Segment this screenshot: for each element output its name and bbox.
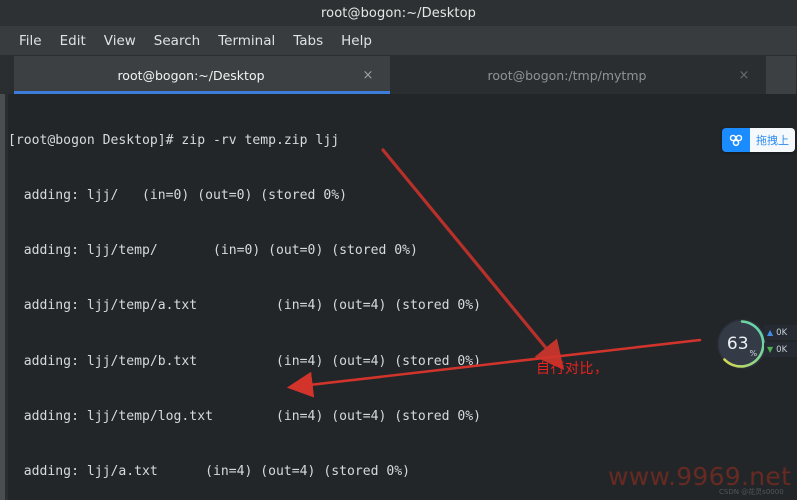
netdisk-upload-label: 拖拽上 (750, 128, 795, 152)
menu-item-edit[interactable]: Edit (51, 31, 95, 51)
close-icon[interactable]: × (736, 68, 752, 83)
tab-mytmp[interactable]: root@bogon:/tmp/mytmp × (390, 56, 766, 94)
author-watermark: CSDN @花灵s0000 (719, 488, 784, 496)
menu-item-search[interactable]: Search (145, 31, 209, 51)
screen: root@bogon:~/Desktop File Edit View Sear… (0, 0, 797, 500)
terminal-text: [root@bogon Desktop]# zip -rv temp.zip l… (8, 95, 797, 500)
tabbar: root@bogon:~/Desktop × root@bogon:/tmp/m… (0, 56, 797, 94)
terminal-line: adding: ljj/ (in=0) (out=0) (stored 0%) (8, 188, 347, 204)
menu-item-file[interactable]: File (10, 31, 51, 51)
terminal-line: adding: ljj/temp/b.txt (in=4) (out=4) (s… (8, 353, 481, 369)
upload-arrow-icon: ▲ (767, 327, 774, 337)
terminal-line: adding: ljj/temp/ (in=0) (out=0) (stored… (8, 243, 418, 259)
cpu-gauge-unit: % (749, 349, 758, 358)
terminal-output-area[interactable]: [root@bogon Desktop]# zip -rv temp.zip l… (0, 94, 797, 500)
tab-overflow[interactable] (766, 56, 796, 94)
tab-desktop-label: root@bogon:~/Desktop (117, 67, 265, 83)
download-rate-row: ▼ 0K (764, 342, 797, 357)
download-arrow-icon: ▼ (767, 344, 774, 354)
terminal-line: adding: ljj/temp/log.txt (in=4) (out=4) … (8, 408, 481, 424)
window-title: root@bogon:~/Desktop (321, 5, 476, 21)
upload-rate-value: 0K (776, 327, 788, 338)
window-titlebar: root@bogon:~/Desktop (0, 0, 797, 27)
cpu-gauge-value: 63 (726, 334, 749, 354)
close-icon[interactable]: × (360, 68, 376, 83)
menu-item-help[interactable]: Help (332, 31, 381, 51)
terminal-line: [root@bogon Desktop]# zip -rv temp.zip l… (8, 132, 340, 148)
system-monitor-widget[interactable]: 63 % ▲ 0K ▼ 0K (714, 316, 797, 374)
tab-desktop[interactable]: root@bogon:~/Desktop × (14, 56, 390, 94)
tab-mytmp-label: root@bogon:/tmp/mytmp (487, 67, 647, 83)
netdisk-cloud-icon (722, 128, 750, 152)
menu-item-tabs[interactable]: Tabs (284, 31, 332, 51)
netdisk-upload-chip[interactable]: 拖拽上 (722, 128, 795, 152)
menu-item-terminal[interactable]: Terminal (209, 31, 284, 51)
menu-item-view[interactable]: View (95, 31, 145, 51)
terminal-line: adding: ljj/temp/a.txt (in=4) (out=4) (s… (8, 298, 481, 314)
network-rates: ▲ 0K ▼ 0K (764, 325, 797, 359)
menubar: File Edit View Search Terminal Tabs Help (0, 26, 797, 56)
download-rate-value: 0K (776, 344, 788, 355)
annotation-label: 自行对比， (536, 361, 609, 377)
cpu-gauge-readout: 63 % (714, 316, 770, 372)
upload-rate-row: ▲ 0K (764, 325, 797, 340)
